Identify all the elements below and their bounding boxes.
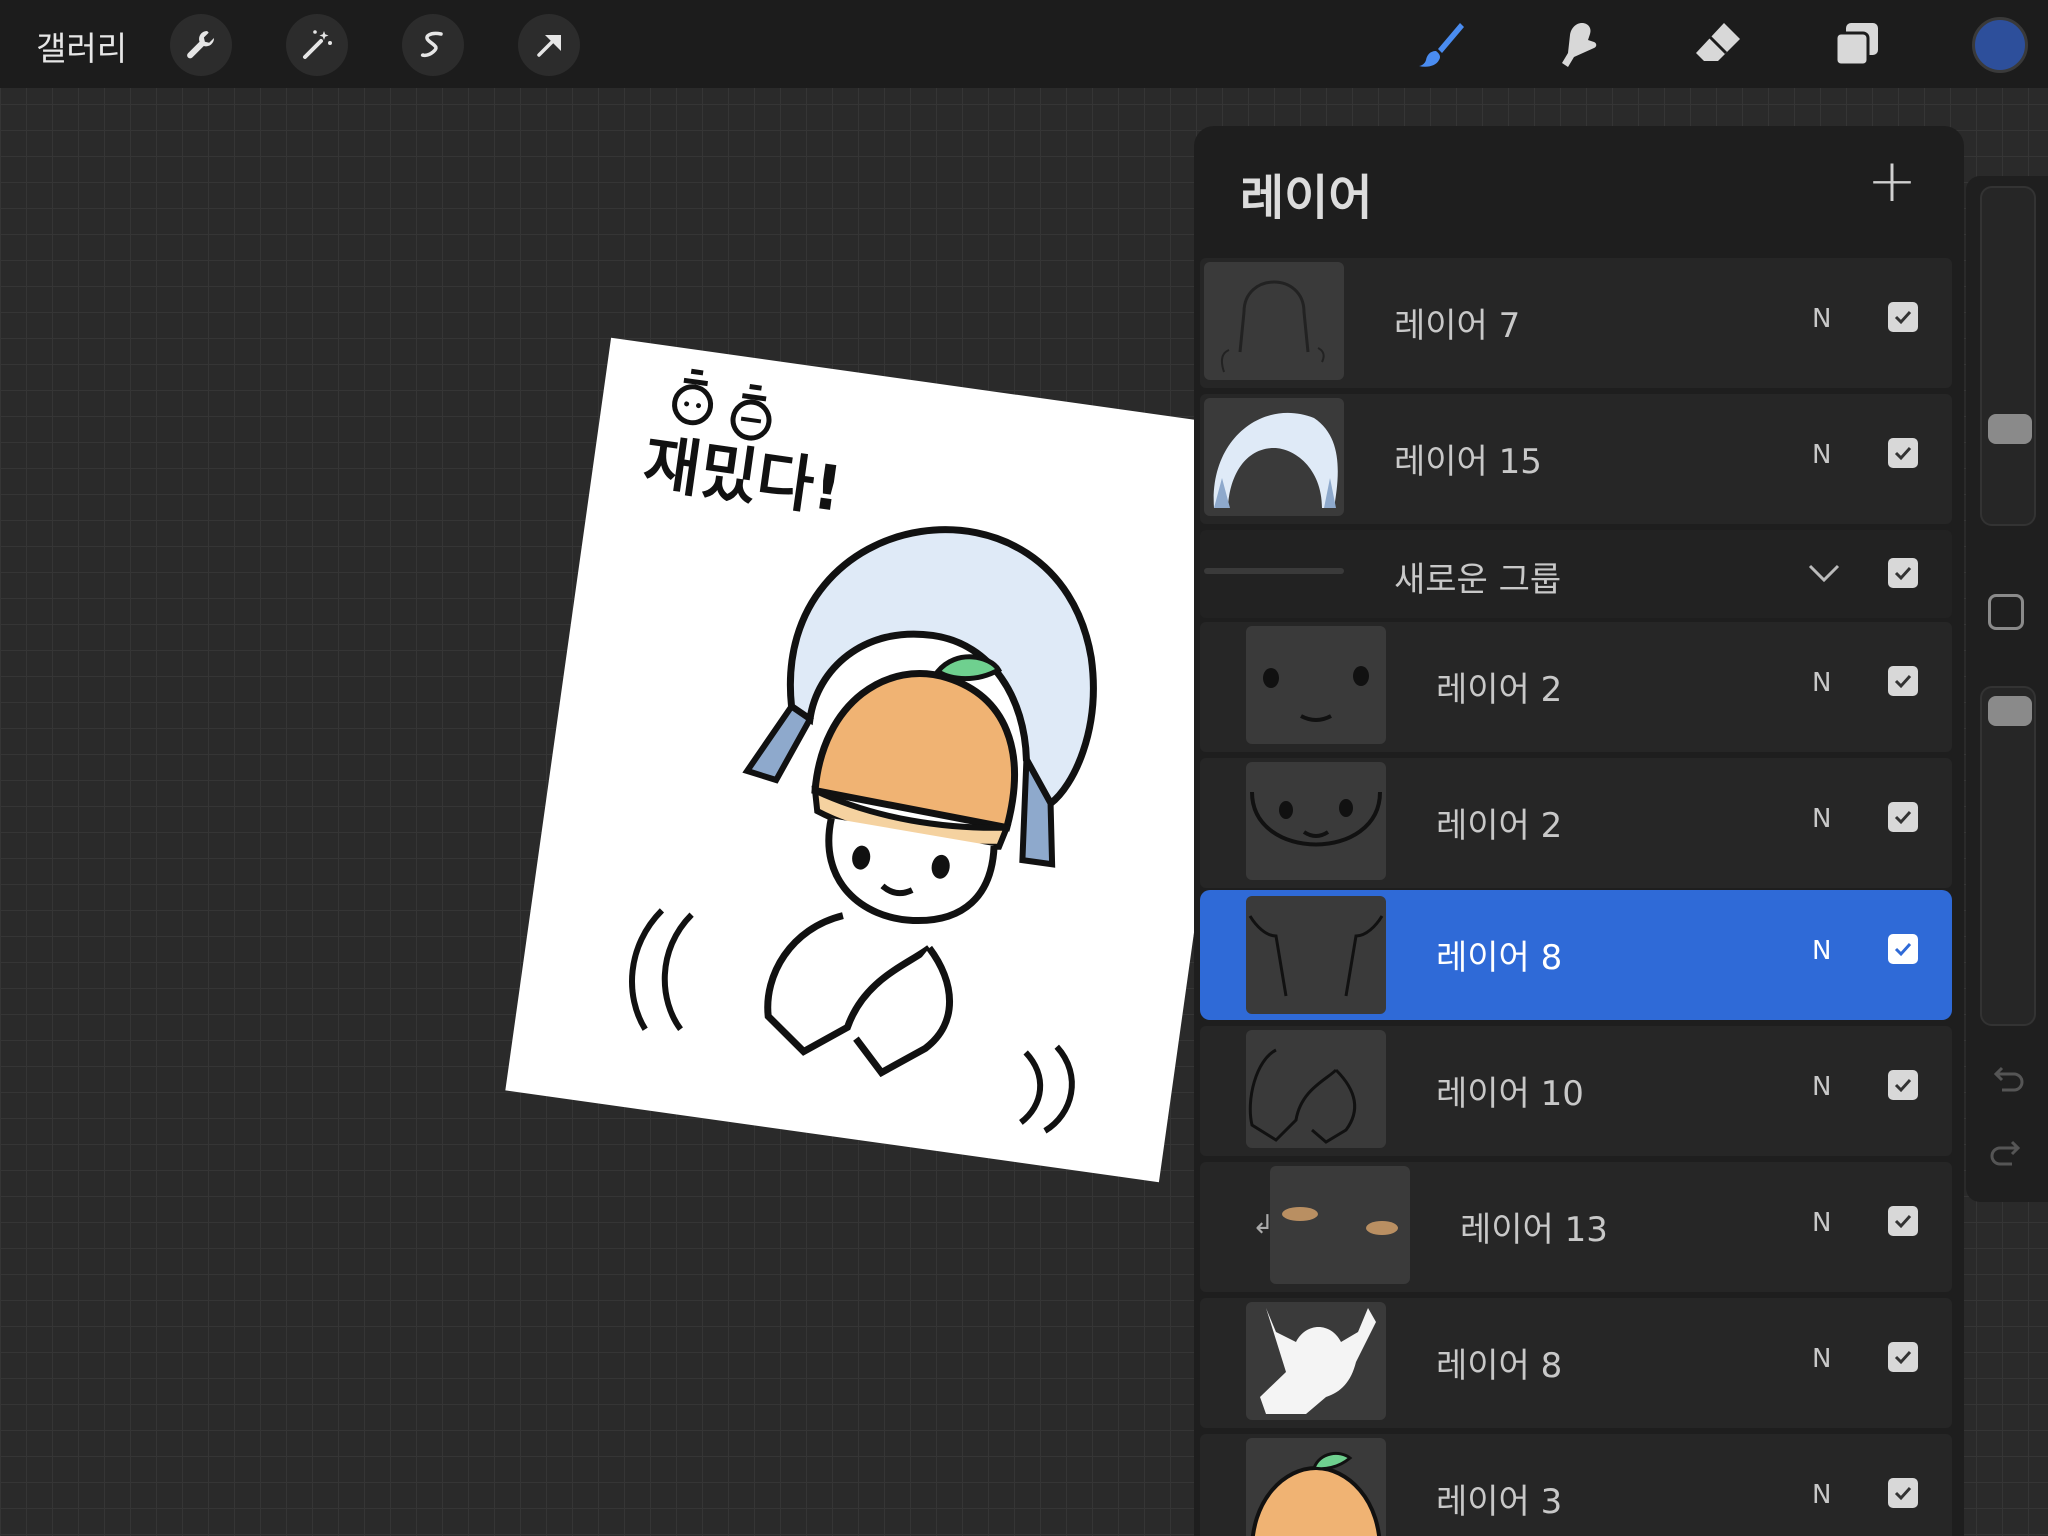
redo-button[interactable] [1988,1134,2026,1172]
layer-group-row[interactable]: 새로운 그룹 [1200,530,1952,618]
brush-size-slider[interactable] [1980,186,2036,526]
gallery-button[interactable]: 갤러리 [36,22,127,70]
layer-thumbnail [1204,398,1344,516]
smudge-button[interactable] [1548,14,1612,76]
transform-arrow-icon [537,35,561,57]
caption-text: 재밌다! [639,426,847,526]
transform-button[interactable] [518,14,580,76]
layer-row[interactable]: 레이어 2 N [1200,622,1952,752]
layers-panel: 레이어 + 레이어 7 N 레이어 15 N 새로운 그룹 레이어 2 N 레이… [1194,126,1964,1536]
layer-name: 레이어 2 [1436,806,1563,846]
layer-row[interactable]: 레이어 10 N [1200,1026,1952,1156]
checkmark-icon [1894,1214,1912,1229]
modify-button[interactable] [1988,594,2024,630]
emoticon-faces [672,368,772,441]
layer-row[interactable]: 레이어 3 N [1200,1434,1952,1536]
undo-button[interactable] [1988,1060,2026,1098]
blend-mode-button[interactable]: N [1812,1480,1831,1510]
visibility-checkbox[interactable] [1888,934,1918,964]
visibility-checkbox[interactable] [1888,302,1918,332]
checkmark-icon [1894,942,1912,957]
blend-mode-button[interactable]: N [1812,1344,1831,1374]
brush-size-knob[interactable] [1988,414,2032,444]
layer-name: 레이어 3 [1436,1482,1563,1522]
layer-thumbnail [1204,262,1344,380]
layer-row[interactable]: ↲ 레이어 13 N [1200,1162,1952,1292]
layer-name: 레이어 8 [1436,938,1563,978]
sidebar [1966,176,2048,1202]
add-layer-button[interactable]: + [1864,151,1920,212]
layer-row[interactable]: 레이어 7 N [1200,258,1952,388]
checkmark-icon [1894,1078,1912,1093]
layer-name: 레이어 7 [1394,306,1521,346]
blend-mode-button[interactable]: N [1812,804,1831,834]
layer-row[interactable]: 레이어 8 N [1200,1298,1952,1428]
selection-button[interactable] [402,14,464,76]
blend-mode-button[interactable]: N [1812,936,1831,966]
checkmark-icon [1894,674,1912,689]
layer-row-selected[interactable]: 레이어 8 N [1200,890,1952,1020]
layer-name: 레이어 13 [1460,1210,1608,1250]
group-indicator [1204,568,1344,574]
checkmark-icon [1894,566,1912,581]
visibility-checkbox[interactable] [1888,1070,1918,1100]
selection-icon [420,31,443,58]
checkmark-icon [1894,446,1912,461]
layer-name: 레이어 2 [1436,670,1563,710]
eraser-button[interactable] [1686,14,1750,76]
layer-thumbnail [1246,1302,1386,1420]
opacity-knob[interactable] [1988,696,2032,726]
top-toolbar: 갤러리 [0,0,2048,88]
redo-icon [1990,1140,2021,1166]
layer-row[interactable]: 레이어 15 N [1200,394,1952,524]
checkmark-icon [1894,1350,1912,1365]
layers-panel-title: 레이어 [1240,170,1373,226]
brush-button[interactable] [1410,14,1474,76]
layers-button[interactable] [1824,14,1888,76]
smudge-icon [1562,23,1597,67]
canvas-artwork[interactable]: 재밌다! [505,337,1265,1183]
layer-name: 레이어 10 [1436,1074,1584,1114]
layer-thumbnail [1246,896,1386,1014]
visibility-checkbox[interactable] [1888,558,1918,588]
color-picker-button[interactable] [1972,17,2028,73]
checkmark-icon [1894,310,1912,325]
blend-mode-button[interactable]: N [1812,668,1831,698]
visibility-checkbox[interactable] [1888,438,1918,468]
adjustments-button[interactable] [286,14,348,76]
opacity-slider[interactable] [1980,686,2036,1026]
blend-mode-button[interactable]: N [1812,1072,1831,1102]
blend-mode-button[interactable]: N [1812,304,1831,334]
checkmark-icon [1894,810,1912,825]
layer-thumbnail [1246,1438,1386,1536]
character-body-drawing [764,817,998,1078]
magic-wand-icon [303,30,332,59]
blend-mode-button[interactable]: N [1812,1208,1831,1238]
visibility-checkbox[interactable] [1888,802,1918,832]
brush-icon [1419,23,1464,67]
visibility-checkbox[interactable] [1888,1342,1918,1372]
undo-icon [1993,1066,2024,1092]
chevron-down-icon[interactable] [1804,552,1844,592]
layer-thumbnail [1270,1166,1410,1284]
visibility-checkbox[interactable] [1888,666,1918,696]
blend-mode-button[interactable]: N [1812,440,1831,470]
layer-thumbnail [1246,1030,1386,1148]
layer-name: 레이어 8 [1436,1346,1563,1386]
layer-name: 레이어 15 [1394,442,1542,482]
layers-icon [1834,23,1878,67]
layer-thumbnail [1246,762,1386,880]
actions-button[interactable] [170,14,232,76]
layer-row[interactable]: 레이어 2 N [1200,758,1952,888]
checkmark-icon [1894,1486,1912,1501]
visibility-checkbox[interactable] [1888,1206,1918,1236]
layer-thumbnail [1246,626,1386,744]
visibility-checkbox[interactable] [1888,1478,1918,1508]
group-name: 새로운 그룹 [1394,560,1562,600]
wrench-icon [187,31,215,59]
eraser-icon [1696,23,1740,61]
